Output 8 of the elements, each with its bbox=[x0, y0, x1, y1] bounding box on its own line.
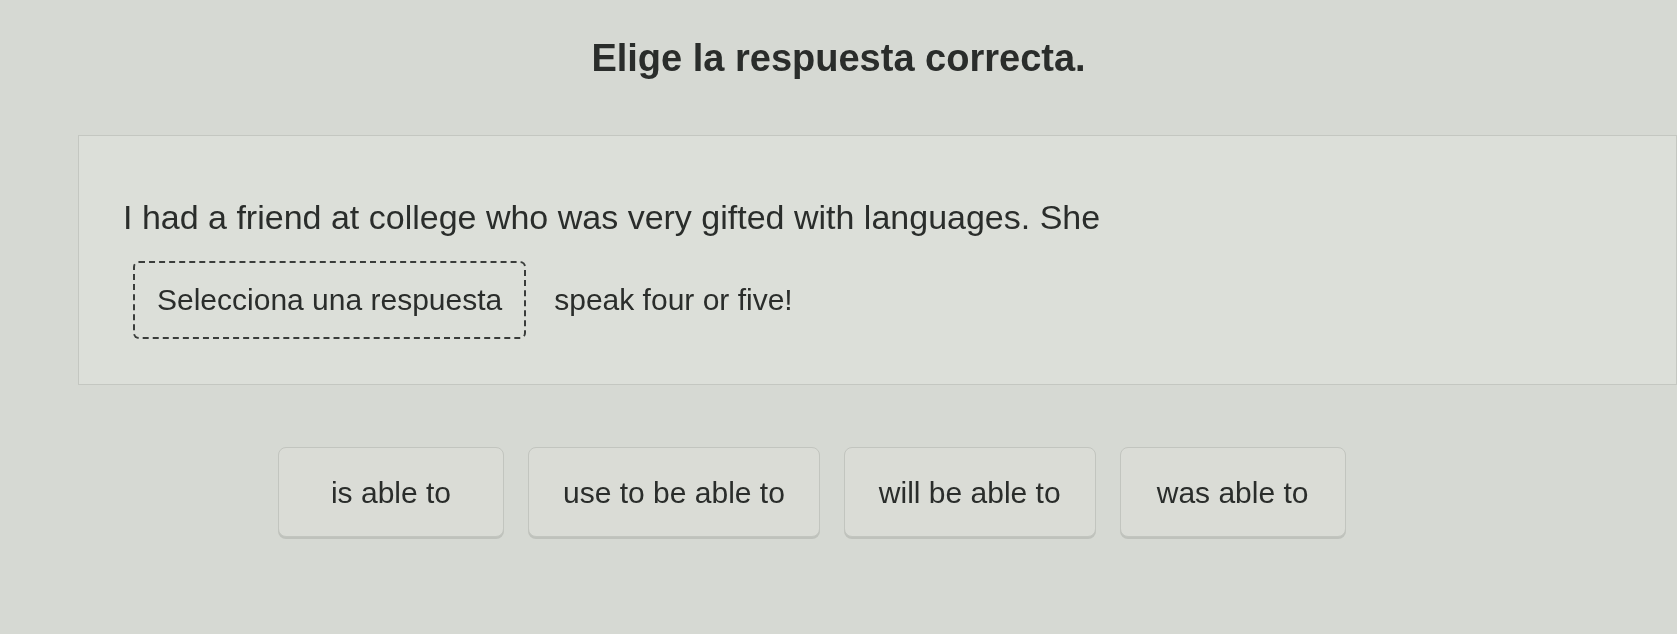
question-text: speak four or five! bbox=[554, 282, 793, 318]
answer-option[interactable]: is able to bbox=[278, 447, 504, 537]
answer-dropdown[interactable]: Selecciona una respuesta bbox=[133, 260, 527, 339]
answer-option[interactable]: will be able to bbox=[843, 447, 1096, 537]
question-text: I had a friend at college who was very gifted with languages. She bbox=[123, 197, 1102, 238]
answer-option[interactable]: use to be able to bbox=[528, 447, 820, 537]
answer-option[interactable]: was able to bbox=[1119, 447, 1346, 537]
instruction-heading: Elige la respuesta correcta. bbox=[591, 36, 1086, 81]
